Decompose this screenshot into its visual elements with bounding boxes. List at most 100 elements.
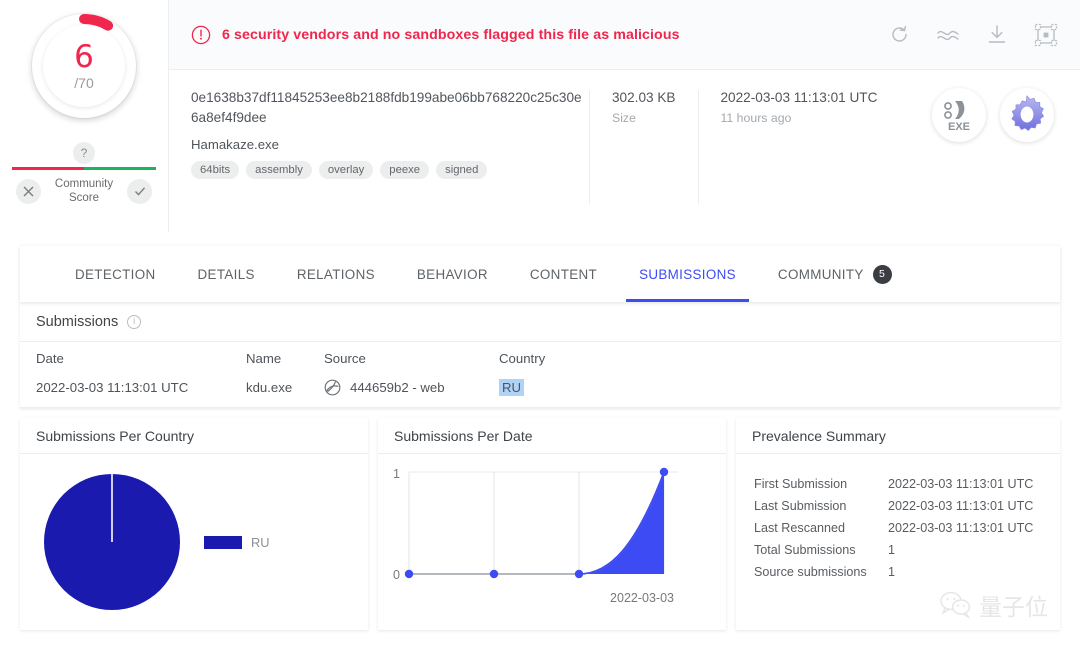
card-title: Submissions Per Date — [378, 418, 726, 454]
area-fill — [579, 472, 664, 574]
tab-label: COMMUNITY — [777, 266, 864, 282]
file-summary-header: 6 /70 ? Community Score 6 security vendo… — [0, 0, 1080, 232]
submissions-per-country-card: Submissions Per Country RU — [20, 418, 368, 630]
header-actions — [889, 23, 1058, 47]
similar-icon[interactable] — [936, 26, 960, 44]
cell-source: 444659b2 - web — [308, 374, 483, 408]
tab-detection[interactable]: DETECTION — [54, 246, 177, 302]
prevalence-row: Source submissions 1 — [754, 562, 1033, 582]
column-source: Source — [324, 351, 366, 366]
charts-row: Submissions Per Country RU Submissions P… — [20, 418, 1060, 630]
data-point — [404, 569, 414, 579]
submissions-table: Date Name Source Country 2022-03-03 11:1… — [20, 342, 1060, 408]
file-info-column: 6 security vendors and no sandboxes flag… — [168, 0, 1080, 232]
prevalence-value: 2022-03-03 11:13:01 UTC — [888, 499, 1034, 513]
source-text[interactable]: 444659b2 - web — [350, 380, 445, 395]
file-size-label: Size — [612, 111, 636, 125]
tab-label: SUBMISSIONS — [639, 266, 736, 282]
gauge-inner: 6 /70 — [43, 25, 125, 107]
legend-swatch-ru — [204, 535, 242, 549]
tab-details[interactable]: DETAILS — [177, 246, 276, 302]
prevalence-row: First Submission 2022-03-03 11:13:01 UTC — [754, 474, 1033, 494]
tab-label: DETECTION — [75, 266, 156, 282]
submissions-per-date-card: Submissions Per Date 1 0 2022-03-03 — [378, 418, 726, 630]
cell-country: RU — [483, 374, 1060, 408]
community-score-label-line1: Community — [54, 178, 114, 190]
community-score-label: Community Score — [51, 177, 117, 205]
tab-label: CONTENT — [529, 266, 598, 282]
submissions-header: Submissions i — [20, 302, 1060, 342]
file-tag[interactable]: overlay — [318, 161, 374, 179]
prevalence-table: First Submission 2022-03-03 11:13:01 UTC… — [736, 454, 1051, 584]
cell-date: 2022-03-03 11:13:01 UTC — [20, 374, 230, 408]
download-icon[interactable] — [986, 24, 1008, 46]
card-title: Submissions Per Country — [20, 418, 368, 454]
cell-name: kdu.exe — [230, 374, 308, 408]
tab-label: BEHAVIOR — [416, 266, 488, 282]
exclamation-circle-icon — [191, 25, 211, 44]
prevalence-key: Source submissions — [754, 565, 867, 579]
prevalence-key: First Submission — [754, 477, 848, 491]
tab-behavior[interactable]: BEHAVIOR — [396, 246, 509, 302]
tab-community[interactable]: COMMUNITY 5 — [757, 246, 913, 302]
area-chart: 1 0 2022-03-03 — [393, 467, 678, 605]
prevalence-value: 2022-03-03 11:13:01 UTC — [888, 477, 1034, 491]
file-date-value: 2022-03-03 11:13:01 UTC — [720, 90, 878, 105]
tab-label: RELATIONS — [296, 266, 375, 282]
alert-text: 6 security vendors and no sandboxes flag… — [222, 26, 680, 43]
watermark-text: 量子位 — [979, 595, 1048, 621]
file-date-relative: 11 hours ago — [720, 111, 792, 125]
file-tag[interactable]: assembly — [246, 161, 312, 179]
community-score-widget: ? Community Score — [8, 142, 160, 205]
reanalyze-icon[interactable] — [889, 24, 910, 45]
y-tick-0: 0 — [393, 568, 400, 582]
graph-icon[interactable] — [1034, 23, 1058, 47]
pie-row: RU — [20, 454, 368, 630]
file-tag[interactable]: signed — [436, 161, 488, 179]
source-wrapper: 444659b2 - web — [324, 379, 483, 396]
prevalence-body: First Submission 2022-03-03 11:13:01 UTC… — [736, 454, 1060, 630]
prevalence-row: Last Rescanned 2022-03-03 11:13:01 UTC — [754, 518, 1033, 538]
tab-submissions[interactable]: SUBMISSIONS — [618, 246, 757, 302]
exe-icon: EXE — [932, 88, 986, 142]
detection-total: /70 — [74, 75, 94, 91]
x-icon[interactable] — [16, 178, 41, 204]
file-date-cell: 2022-03-03 11:13:01 UTC 11 hours ago — [699, 88, 900, 125]
detection-count: 6 — [74, 39, 94, 75]
file-size-value: 302.03 KB — [612, 90, 676, 105]
svg-text:EXE: EXE — [948, 121, 970, 132]
prevalence-row: Total Submissions 1 — [754, 540, 1033, 560]
pie-chart-body: RU — [20, 454, 368, 630]
info-icon[interactable]: i — [127, 314, 142, 329]
help-icon[interactable]: ? — [73, 142, 95, 164]
detection-score-column: 6 /70 ? Community Score — [0, 0, 168, 232]
prevalence-key: Last Submission — [754, 499, 847, 513]
main-tabs: DETECTION DETAILS RELATIONS BEHAVIOR CON… — [20, 246, 1060, 302]
prevalence-key: Total Submissions — [754, 543, 856, 557]
prevalence-key: Last Rescanned — [754, 521, 846, 535]
file-tag[interactable]: 64bits — [191, 161, 240, 179]
file-name: Hamakaze.exe — [191, 137, 279, 152]
file-type-icons: EXE — [932, 88, 1058, 142]
data-point — [489, 569, 499, 579]
table-header-row: Date Name Source Country — [20, 342, 1060, 374]
web-globe-icon — [324, 379, 341, 396]
score-bar-positive — [84, 167, 156, 170]
table-row: 2022-03-03 11:13:01 UTC kdu.exe 444659b2… — [20, 374, 1060, 408]
tab-content[interactable]: CONTENT — [509, 246, 618, 302]
check-icon[interactable] — [127, 178, 152, 204]
watermark: 量子位 — [939, 588, 1048, 622]
file-hash[interactable]: 0e1638b37df11845253ee8b2188fdb199abe06bb… — [191, 88, 589, 128]
area-chart-body: 1 0 2022-03-03 — [378, 454, 726, 630]
pie-legend: RU — [204, 535, 269, 550]
file-tags: 64bits assembly overlay peexe signed — [191, 161, 589, 179]
file-tag[interactable]: peexe — [380, 161, 430, 179]
tab-relations[interactable]: RELATIONS — [276, 246, 396, 302]
community-score-row: Community Score — [16, 177, 152, 205]
detection-gauge[interactable]: 6 /70 — [32, 14, 136, 118]
country-code: RU — [499, 379, 525, 396]
column-country: Country — [499, 351, 546, 366]
prevalence-value: 1 — [888, 543, 896, 557]
prevalence-summary-card: Prevalence Summary First Submission 2022… — [736, 418, 1060, 630]
x-tick-label: 2022-03-03 — [610, 591, 674, 605]
